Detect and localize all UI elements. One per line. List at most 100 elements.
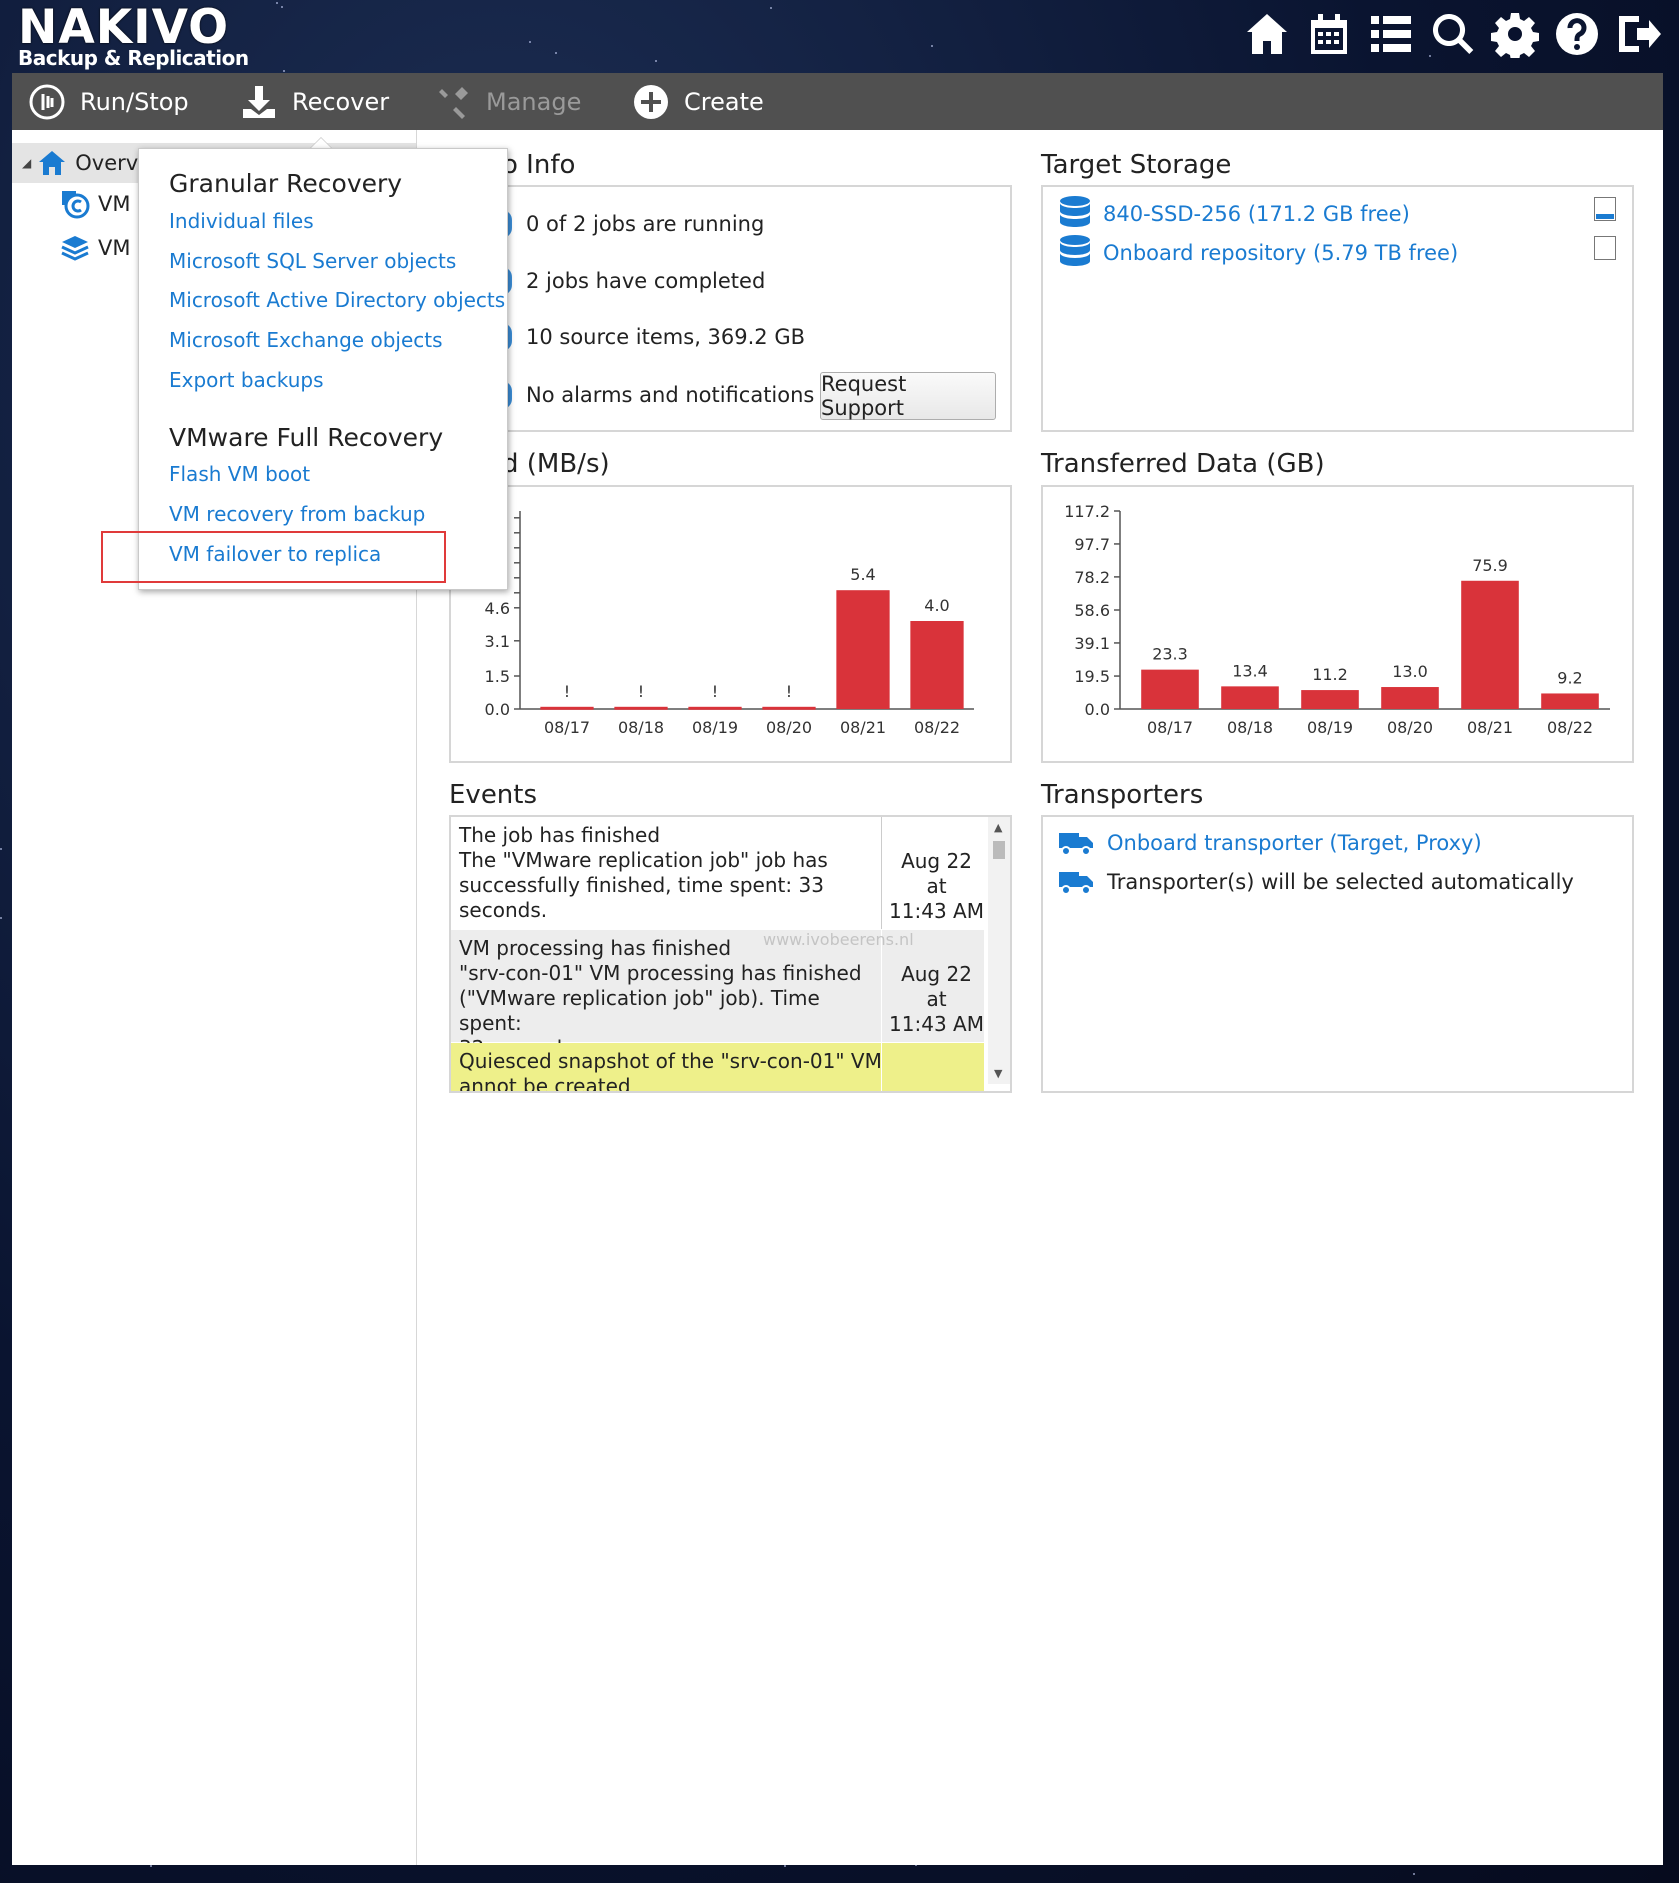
bar bbox=[836, 590, 890, 709]
create-label: Create bbox=[684, 87, 764, 116]
jobs-completed-text: 2 jobs have completed bbox=[526, 269, 766, 293]
bar bbox=[688, 706, 742, 710]
jobs-running-line: 0 of 2 jobs are running bbox=[502, 210, 764, 238]
event-text: ("VMware replication job" job). Time spe… bbox=[459, 986, 820, 1035]
transferred-chart-title: Transferred Data (GB) bbox=[1041, 449, 1325, 479]
source-items-line: 10 source items, 369.2 GB bbox=[502, 323, 805, 351]
scroll-thumb[interactable] bbox=[993, 841, 1005, 859]
star-dot bbox=[528, 40, 531, 43]
x-tick-label: 08/20 bbox=[1387, 718, 1433, 737]
main-toolbar: Run/Stop Recover Manage Create bbox=[12, 73, 1663, 130]
bar-value-label: 13.0 bbox=[1392, 662, 1428, 681]
y-tick-label: 78.2 bbox=[1074, 568, 1110, 587]
download-icon bbox=[243, 85, 275, 118]
event-message: Quiesced snapshot of the "srv-con-01" VM… bbox=[459, 1049, 884, 1091]
star-dot bbox=[1413, 1873, 1416, 1876]
star-dot bbox=[0, 848, 3, 851]
tree-item-vm-2[interactable]: VM bbox=[60, 228, 130, 268]
column-divider bbox=[881, 1043, 882, 1091]
gear-icon[interactable] bbox=[1489, 8, 1541, 60]
y-tick-label: 117.2 bbox=[1064, 502, 1110, 521]
vmware-icon bbox=[62, 191, 90, 219]
x-tick-label: 08/21 bbox=[1467, 718, 1513, 737]
event-text: "srv-con-01" VM processing has finished bbox=[459, 961, 862, 985]
logout-icon[interactable] bbox=[1613, 8, 1665, 60]
storage-item-label[interactable]: Onboard repository (5.79 TB free) bbox=[1103, 241, 1458, 265]
menu-item-individual-files[interactable]: Individual files bbox=[169, 209, 314, 233]
bar bbox=[1381, 687, 1439, 709]
search-icon[interactable] bbox=[1427, 8, 1479, 60]
event-date: Aug 22 at bbox=[901, 849, 972, 898]
menu-item-active-directory-objects[interactable]: Microsoft Active Directory objects bbox=[169, 288, 505, 312]
y-tick-label: 0.0 bbox=[485, 700, 510, 719]
bar-value-label: 4.0 bbox=[924, 596, 949, 615]
scroll-up-arrow-icon[interactable]: ▲ bbox=[994, 821, 1002, 834]
scroll-down-arrow-icon[interactable]: ▼ bbox=[994, 1067, 1002, 1080]
recover-label: Recover bbox=[292, 87, 390, 116]
event-row[interactable]: Quiesced snapshot of the "srv-con-01" VM… bbox=[451, 1043, 984, 1091]
tree-item-vm-1[interactable]: VM bbox=[60, 184, 130, 224]
recover-button[interactable]: Recover bbox=[224, 73, 418, 130]
watermark: www.ivobeerens.nl bbox=[763, 930, 914, 949]
jobs-completed-line: 2 jobs have completed bbox=[502, 267, 765, 295]
manage-button[interactable]: Manage bbox=[418, 73, 616, 130]
calendar-icon[interactable] bbox=[1303, 8, 1355, 60]
bar bbox=[1461, 580, 1519, 709]
transferred-chart: 0.0 19.5 39.1 58.6 78.2 97.7 117.2 23.3 08/17 13.… bbox=[1064, 502, 1610, 737]
create-button[interactable]: Create bbox=[616, 73, 816, 130]
y-tick-label: 3.1 bbox=[485, 632, 510, 651]
bar bbox=[614, 706, 668, 710]
help-icon[interactable] bbox=[1551, 8, 1603, 60]
events-scrollbar[interactable]: ▲ ▼ bbox=[988, 817, 1010, 1084]
column-divider bbox=[881, 817, 882, 929]
brand-name: NAKIVO bbox=[18, 0, 230, 55]
star-dot bbox=[654, 60, 657, 63]
menu-item-sql-server-objects[interactable]: Microsoft SQL Server objects bbox=[169, 249, 456, 273]
event-row[interactable]: The job has finished The "VMware replica… bbox=[451, 817, 984, 929]
bar-value-label: 11.2 bbox=[1312, 665, 1348, 684]
event-message: The job has finished The "VMware replica… bbox=[459, 823, 879, 923]
transporter-item-1[interactable]: Onboard transporter (Target, Proxy) bbox=[1057, 828, 1482, 858]
transporter-label[interactable]: Onboard transporter (Target, Proxy) bbox=[1107, 831, 1482, 855]
nakivo-logo: NAKIVO Backup & Replication bbox=[18, 0, 249, 70]
storage-usage-indicator bbox=[1594, 197, 1616, 221]
database-icon bbox=[1060, 235, 1090, 266]
x-tick-label: 08/17 bbox=[1147, 718, 1193, 737]
y-tick-label: 39.1 bbox=[1074, 634, 1110, 653]
storage-item-1[interactable]: 840-SSD-256 (171.2 GB free) bbox=[1057, 194, 1410, 234]
truck-icon bbox=[1059, 833, 1093, 856]
request-support-button[interactable]: Request Support bbox=[820, 372, 996, 420]
x-tick-label: 08/21 bbox=[840, 718, 886, 737]
manage-label: Manage bbox=[486, 87, 582, 116]
collapse-triangle-icon[interactable]: ◢ bbox=[22, 156, 31, 170]
star-dot bbox=[931, 45, 934, 48]
job-info-title: o Info bbox=[502, 150, 576, 180]
list-icon[interactable] bbox=[1365, 8, 1417, 60]
x-tick-label: 08/19 bbox=[1307, 718, 1353, 737]
annotation-highlight-box bbox=[101, 531, 446, 583]
star-dot bbox=[150, 1865, 153, 1868]
y-tick-label: 97.7 bbox=[1074, 535, 1110, 554]
event-date: Aug 22 at bbox=[901, 962, 972, 1011]
menu-item-flash-vm-boot[interactable]: Flash VM boot bbox=[169, 462, 310, 486]
bar-value-label: ! bbox=[712, 682, 718, 701]
menu-item-export-backups[interactable]: Export backups bbox=[169, 368, 324, 392]
bar bbox=[762, 706, 816, 710]
transporter-label: Transporter(s) will be selected automati… bbox=[1107, 870, 1574, 894]
home-icon[interactable] bbox=[1241, 8, 1293, 60]
storage-item-label[interactable]: 840-SSD-256 (171.2 GB free) bbox=[1103, 202, 1410, 226]
event-clock: 11:43 AM bbox=[889, 899, 984, 923]
menu-item-vm-recovery-from-backup[interactable]: VM recovery from backup bbox=[169, 502, 425, 526]
tree-item-label: VM bbox=[98, 236, 131, 260]
vmware-full-recovery-heading: VMware Full Recovery bbox=[169, 423, 444, 452]
tree-item-label: Overvi bbox=[75, 151, 145, 175]
star-dot bbox=[0, 917, 3, 920]
run-stop-button[interactable]: Run/Stop bbox=[12, 73, 224, 130]
brand-tagline: Backup & Replication bbox=[18, 46, 249, 70]
home-icon bbox=[39, 151, 66, 175]
plus-circle-icon bbox=[634, 84, 668, 119]
menu-item-exchange-objects[interactable]: Microsoft Exchange objects bbox=[169, 328, 443, 352]
event-clock: 11:43 AM bbox=[889, 1012, 984, 1036]
storage-item-2[interactable]: Onboard repository (5.79 TB free) bbox=[1057, 233, 1458, 273]
bar-value-label: 23.3 bbox=[1152, 645, 1188, 664]
